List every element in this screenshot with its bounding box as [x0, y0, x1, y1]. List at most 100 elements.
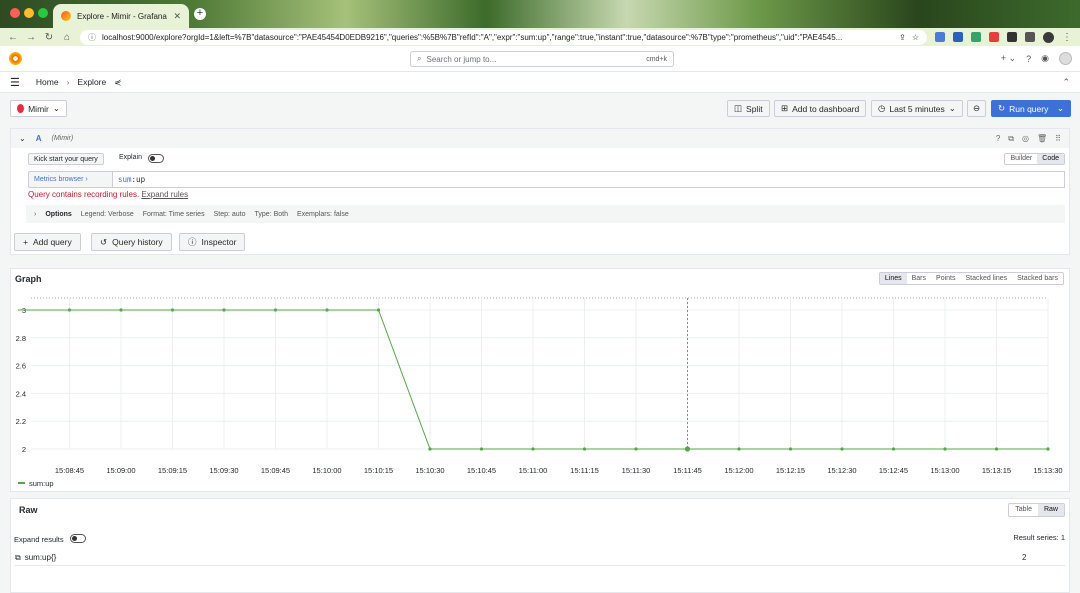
browser-menu-icon[interactable]: ⋮ [1062, 32, 1072, 43]
clock-icon: ◷ [878, 103, 886, 113]
extension-green-icon[interactable] [971, 32, 981, 42]
menu-hamburger-icon[interactable]: ☰ [10, 76, 20, 89]
x-tick-label: 15:09:00 [106, 466, 135, 475]
expr-metric: :up [131, 175, 146, 184]
mode-builder[interactable]: Builder [1005, 154, 1037, 164]
query-editor-panel: ⌄ A (Mimir) ? ⧉ ◎ 🗑 ⠿ Kick start your qu… [10, 128, 1070, 255]
expand-results-toggle[interactable] [69, 534, 86, 543]
expand-results: Expand results [14, 533, 86, 544]
browser-tab[interactable]: Explore - Mimir - Grafana ✕ [53, 4, 189, 28]
breadcrumb-home[interactable]: Home [36, 77, 59, 87]
expr-function: sum [118, 175, 132, 184]
run-query-button[interactable]: ↻ Run query ⌄ [991, 100, 1071, 117]
duplicate-icon[interactable]: ⧉ [1008, 134, 1014, 144]
bookmark-star-icon[interactable]: ☆ [912, 33, 919, 42]
datasource-picker[interactable]: Mimir ⌄ [10, 100, 67, 117]
tab-title: Explore - Mimir - Grafana [77, 11, 167, 21]
y-tick-label: 2.2 [16, 417, 26, 426]
url-input[interactable]: ⓘ localhost:9000/explore?orgId=1&left=%7… [80, 29, 927, 45]
mode-code[interactable]: Code [1037, 154, 1064, 164]
close-window-icon[interactable] [10, 8, 20, 18]
time-series-chart[interactable]: 32.82.62.42.2215:08:45 15:09:00 15:09:15 15… [11, 269, 1069, 491]
raw-mode-switch: Table Raw [1008, 503, 1065, 517]
search-placeholder: Search or jump to... [426, 54, 497, 64]
help-icon[interactable]: ? [996, 134, 1000, 144]
news-rss-icon[interactable]: ◉ [1041, 53, 1049, 64]
zoom-out-button[interactable]: ⊖ [967, 100, 986, 117]
tab-close-icon[interactable]: ✕ [173, 11, 181, 22]
reload-icon[interactable]: ↻ [44, 32, 54, 43]
x-tick-label: 15:10:45 [467, 466, 496, 475]
home-icon[interactable]: ⌂ [62, 32, 72, 43]
grafana-logo-icon[interactable] [9, 52, 22, 65]
forward-icon[interactable]: → [26, 32, 36, 43]
drag-handle-icon[interactable]: ⠿ [1055, 134, 1061, 144]
x-tick-label: 15:12:00 [724, 466, 753, 475]
option-format: Format: Time series [142, 210, 205, 218]
extension-check-icon[interactable] [935, 32, 945, 42]
raw-mode-raw[interactable]: Raw [1037, 504, 1064, 516]
add-to-dashboard-button[interactable]: ⊞ Add to dashboard [774, 100, 867, 117]
query-ref-id[interactable]: A [36, 134, 42, 143]
inspector-button[interactable]: ⓘ Inspector [179, 233, 246, 251]
data-point [994, 447, 999, 451]
share-link-icon[interactable]: ⋞ [114, 77, 121, 88]
y-tick-label: 2 [22, 445, 26, 454]
option-legend: Legend: Verbose [80, 210, 134, 218]
extensions-puzzle-icon[interactable] [1007, 32, 1017, 42]
run-query-label: Run query [1009, 103, 1049, 114]
copy-icon[interactable]: ⧉ [15, 553, 21, 563]
sidebar-icon[interactable] [1025, 32, 1035, 42]
chevron-down-icon: ⌄ [52, 103, 60, 113]
x-tick-label: 15:11:00 [519, 466, 548, 475]
warning-text: Query contains recording rules. [28, 190, 140, 199]
extension-s-icon[interactable] [953, 32, 963, 42]
split-button[interactable]: ◫ Split [727, 100, 770, 117]
data-point [891, 447, 896, 451]
breadcrumb-explore[interactable]: Explore [77, 77, 106, 87]
site-info-icon[interactable]: ⓘ [88, 32, 96, 43]
mimir-datasource-icon [17, 104, 25, 113]
option-step: Step: auto [213, 210, 246, 218]
new-tab-button[interactable]: + [194, 8, 206, 20]
data-point [1046, 447, 1050, 451]
query-options-row[interactable]: › Options Legend: Verbose Format: Time s… [26, 205, 1065, 223]
minimize-window-icon[interactable] [24, 8, 34, 18]
x-tick-label: 15:09:45 [261, 466, 290, 475]
data-point [531, 447, 535, 451]
chevron-down-icon[interactable]: ⌄ [1057, 103, 1064, 114]
explain-toggle[interactable] [148, 154, 164, 163]
query-history-button[interactable]: ↺ Query history [91, 233, 172, 251]
query-expression-input[interactable]: sum:up [112, 171, 1065, 188]
raw-mode-table[interactable]: Table [1009, 504, 1038, 516]
data-point [119, 308, 123, 312]
url-text: localhost:9000/explore?orgId=1&left=%7B"… [102, 32, 843, 42]
back-icon[interactable]: ← [8, 32, 18, 43]
kick-start-button[interactable]: Kick start your query [28, 153, 104, 165]
extension-fox-icon[interactable] [989, 32, 999, 42]
trash-icon[interactable]: 🗑 [1037, 134, 1047, 144]
collapse-row-icon[interactable]: ⌄ [19, 134, 26, 143]
search-input[interactable]: ⌕ Search or jump to... cmd+k [410, 51, 674, 67]
new-menu-button[interactable]: + ⌄ [1001, 53, 1016, 64]
time-range-picker[interactable]: ◷ Last 5 minutes ⌄ [871, 100, 963, 117]
breadcrumb-bar: ☰ Home › Explore ⋞ ⌃ [0, 72, 1080, 93]
metrics-browser-button[interactable]: Metrics browser › [28, 171, 112, 188]
x-tick-label: 15:13:00 [930, 466, 959, 475]
share-icon[interactable]: ⇪ [899, 33, 906, 42]
x-tick-label: 15:12:45 [879, 466, 908, 475]
eye-icon[interactable]: ◎ [1022, 134, 1029, 144]
x-tick-label: 15:13:30 [1033, 466, 1062, 475]
x-tick-label: 15:09:15 [158, 466, 187, 475]
add-query-button[interactable]: + Add query [14, 233, 81, 251]
collapse-chevron-icon[interactable]: ⌃ [1062, 77, 1070, 88]
split-label: Split [746, 103, 763, 114]
hover-point [684, 446, 691, 452]
expand-rules-link[interactable]: Expand rules [141, 190, 188, 199]
help-icon[interactable]: ? [1026, 54, 1031, 64]
user-avatar[interactable] [1059, 52, 1072, 65]
x-tick-label: 15:11:15 [570, 466, 599, 475]
x-tick-label: 15:12:30 [827, 466, 856, 475]
maximize-window-icon[interactable] [38, 8, 48, 18]
profile-avatar[interactable] [1043, 31, 1054, 43]
